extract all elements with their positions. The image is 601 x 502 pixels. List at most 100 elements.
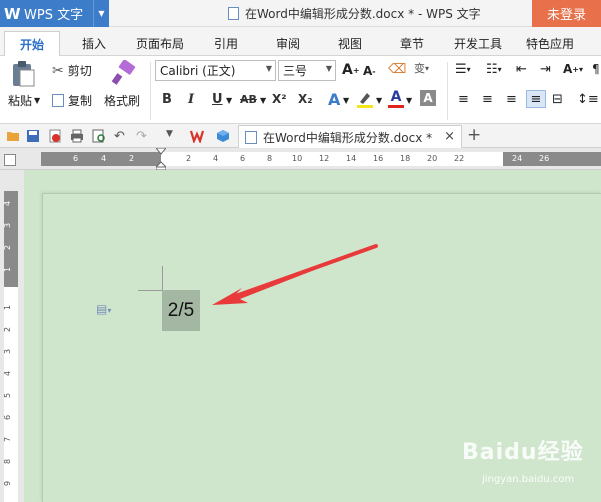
font-name-value: Calibri (正文) xyxy=(160,64,236,78)
app-menu-dropdown-icon[interactable]: ▼ xyxy=(93,0,109,27)
ruler-tick-label: 9 xyxy=(3,480,13,487)
text-effect-button[interactable]: A xyxy=(328,90,340,109)
undo-icon[interactable]: ↶ xyxy=(114,129,128,144)
new-tab-icon[interactable]: + xyxy=(467,125,481,145)
sort-icon[interactable]: ¶ xyxy=(592,62,600,76)
horizontal-ruler[interactable]: 6 4 2 2 4 6 8 10 12 14 16 18 20 22 24 26 xyxy=(41,148,601,170)
align-center-icon[interactable]: ≡ xyxy=(482,92,493,107)
underline-dropdown-icon[interactable]: ▼ xyxy=(226,96,232,105)
phonetic-guide-icon[interactable]: 变 ▾ xyxy=(414,60,429,76)
font-name-select[interactable]: Calibri (正文) ▼ xyxy=(155,60,276,81)
ruler-tick-label: 1 xyxy=(3,266,13,273)
baidu-watermark: Baidu经验 jingyan.baidu.com xyxy=(462,434,597,498)
baidu-watermark-url: jingyan.baidu.com xyxy=(482,474,575,485)
save-icon[interactable] xyxy=(26,129,40,143)
ruler-tick-label: 6 xyxy=(240,154,246,163)
copy-button[interactable]: 复制 xyxy=(52,92,92,109)
tab-stop-selector[interactable] xyxy=(4,154,16,166)
strikethrough-button[interactable]: AB xyxy=(240,93,257,106)
italic-button[interactable]: I xyxy=(188,92,194,107)
tab-review[interactable]: 审阅 xyxy=(262,31,314,56)
cut-button[interactable]: ✂ 剪切 xyxy=(52,62,92,79)
tab-page-layout[interactable]: 页面布局 xyxy=(128,31,192,56)
highlight-dropdown-icon[interactable]: ▼ xyxy=(376,96,382,105)
line-spacing-icon[interactable]: ↕≡ xyxy=(577,92,599,107)
grow-font-icon[interactable]: A + xyxy=(342,62,360,78)
indent-marker-icon[interactable] xyxy=(156,148,166,170)
ruler-tick-label: 2 xyxy=(186,154,192,163)
highlight-button[interactable] xyxy=(356,90,374,108)
ruler-tick-label: 22 xyxy=(454,154,465,163)
ruler-tick-label: 16 xyxy=(373,154,384,163)
chevron-down-icon: ▼ xyxy=(265,64,272,73)
quick-access-bar: ↶ ↷ ▼ 在Word中编辑形成分数.docx * × + xyxy=(0,124,601,148)
document-icon xyxy=(245,130,257,144)
login-button[interactable]: 未登录 xyxy=(532,0,601,27)
ruler-tick-label: 18 xyxy=(400,154,411,163)
format-painter-button[interactable]: 格式刷 xyxy=(104,92,140,109)
tab-references[interactable]: 引用 xyxy=(200,31,252,56)
export-pdf-icon[interactable] xyxy=(48,129,62,143)
align-justify-icon[interactable]: ≡ xyxy=(526,90,546,108)
cut-label: 剪切 xyxy=(67,64,92,78)
ruler-tick-label: 6 xyxy=(73,154,79,163)
bold-button[interactable]: B xyxy=(162,92,172,107)
ruler-tick-label: 3 xyxy=(3,222,13,229)
customize-toolbar-icon[interactable]: ▼ xyxy=(166,129,180,143)
clear-format-icon[interactable]: ⌫ xyxy=(388,62,406,77)
paste-icon[interactable] xyxy=(10,60,36,88)
bullet-list-icon[interactable]: ☰ ▾ xyxy=(455,62,471,77)
ruler-tick-label: 8 xyxy=(267,154,273,163)
ribbon: 粘贴 ▼ ✂ 剪切 复制 格式刷 Calibri (正文) ▼ 三号 ▼ A + A… xyxy=(0,56,601,124)
subscript-button[interactable]: X₂ xyxy=(298,92,313,106)
app-name: WPS 文字 xyxy=(24,8,84,23)
ruler-tick-label: 4 xyxy=(3,200,13,207)
numbered-list-icon[interactable]: ☷ ▾ xyxy=(486,62,502,77)
superscript-button[interactable]: X² xyxy=(272,92,287,106)
redo-icon[interactable]: ↷ xyxy=(136,129,150,144)
print-icon[interactable] xyxy=(70,129,84,143)
decrease-indent-icon[interactable]: ⇤ xyxy=(516,62,527,77)
document-tab[interactable]: 在Word中编辑形成分数.docx * × xyxy=(238,125,462,148)
font-color-letter: A xyxy=(390,89,402,105)
char-shading-icon[interactable]: A xyxy=(420,90,436,106)
fraction-text[interactable]: 2/5 xyxy=(162,290,200,331)
text-effect-dropdown-icon[interactable]: ▼ xyxy=(343,96,349,105)
vertical-ruler[interactable]: 4 3 2 1 1 2 3 4 5 6 7 8 9 xyxy=(3,191,18,502)
format-painter-icon[interactable] xyxy=(110,60,136,86)
increase-indent-icon[interactable]: ⇥ xyxy=(540,62,551,77)
cloud-cube-icon[interactable] xyxy=(216,129,230,143)
paste-options-icon[interactable]: ▤▾ xyxy=(96,302,111,316)
wps-logo-icon[interactable] xyxy=(189,129,205,145)
font-size-select[interactable]: 三号 ▼ xyxy=(278,60,336,81)
align-right-icon[interactable]: ≡ xyxy=(506,92,517,107)
ruler-tick-label: 4 xyxy=(213,154,219,163)
align-left-icon[interactable]: ≡ xyxy=(458,92,469,107)
tab-developer[interactable]: 开发工具 xyxy=(446,31,510,56)
underline-button[interactable]: U xyxy=(212,92,223,107)
shrink-font-icon[interactable]: A- xyxy=(363,64,376,78)
ruler-tick-label: 5 xyxy=(3,392,13,399)
ruler-tick-label: 3 xyxy=(3,348,13,355)
change-case-icon[interactable]: A + ▾ xyxy=(563,62,583,76)
chevron-down-icon: ▼ xyxy=(325,64,332,73)
close-tab-icon[interactable]: × xyxy=(444,129,455,144)
paste-button[interactable]: 粘贴 ▼ xyxy=(8,92,40,109)
strikethrough-dropdown-icon[interactable]: ▼ xyxy=(260,96,266,105)
tab-special[interactable]: 特色应用 xyxy=(518,31,582,56)
print-preview-icon[interactable] xyxy=(92,129,106,143)
open-folder-icon[interactable] xyxy=(6,129,20,143)
tab-insert[interactable]: 插入 xyxy=(66,31,122,56)
document-tab-title: 在Word中编辑形成分数.docx * xyxy=(263,130,433,145)
font-color-dropdown-icon[interactable]: ▼ xyxy=(406,96,412,105)
title-bar: W WPS 文字 ▼ 在Word中编辑形成分数.docx * - WPS 文字 … xyxy=(0,0,601,27)
tab-view[interactable]: 视图 xyxy=(324,31,376,56)
tab-home[interactable]: 开始 xyxy=(4,31,60,56)
tab-section[interactable]: 章节 xyxy=(386,31,438,56)
font-color-button[interactable]: A xyxy=(388,90,404,108)
menu-tabs: 开始 插入 页面布局 引用 审阅 视图 章节 开发工具 特色应用 xyxy=(0,27,601,56)
wps-app-menu-button[interactable]: W WPS 文字 ▼ xyxy=(0,0,109,27)
distributed-align-icon[interactable]: ⊟ xyxy=(552,92,563,107)
ruler-tick-label: 7 xyxy=(3,436,13,443)
window-title: 在Word中编辑形成分数.docx * - WPS 文字 xyxy=(228,5,481,22)
